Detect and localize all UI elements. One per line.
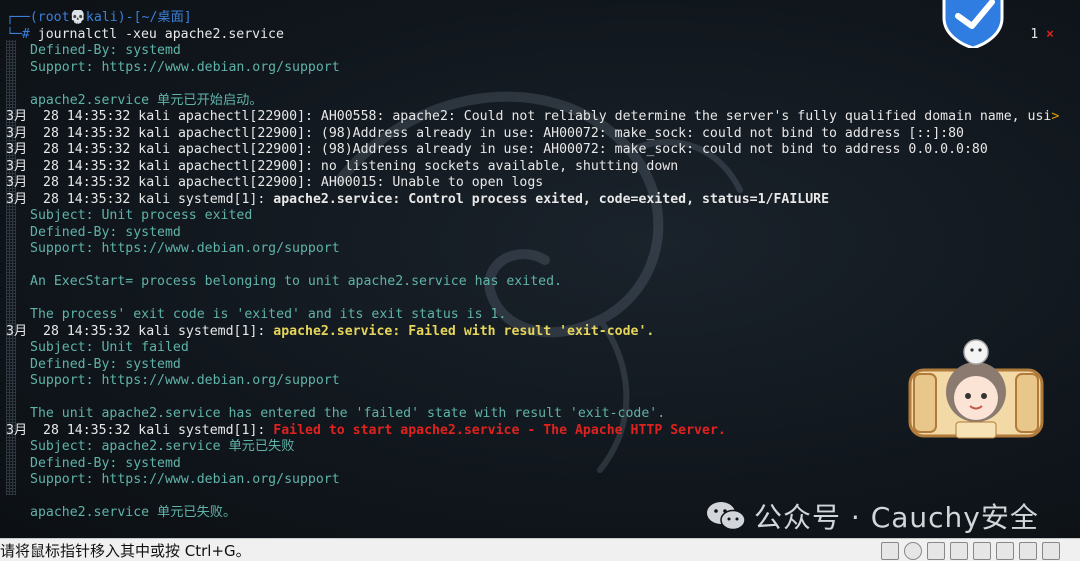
log-highlight: Failed to start apache2.service - The Ap… [273,422,726,438]
cdrom-icon[interactable] [904,542,922,560]
log-text: Support: https://www.debian.org/support [30,472,340,487]
log-text: The process' exit code is 'exited' and i… [30,307,507,322]
log-text: The unit apache2.service has entered the… [30,406,666,421]
log-highlight: apache2.service: Control process exited,… [273,191,830,207]
log-line: 3月 28 14:35:32 kali apachectl[22900]: AH… [6,175,1072,192]
prompt-header: ┌──(root💀kali)-[~/桌面] [6,10,1072,27]
log-line: Defined-By: systemd [6,456,1072,473]
status-message: 请将鼠标指针移入其中或按 Ctrl+G。 [0,541,251,560]
log-text: Support: https://www.debian.org/support [30,373,340,388]
log-text: apache2.service 单元已开始启动。 [30,92,263,108]
log-text: 3月 28 14:35:32 kali systemd[1]: [6,422,274,438]
terminal-window[interactable]: ┌──(root💀kali)-[~/桌面] └─# journalctl -xe… [0,0,1080,538]
log-line: An ExecStart= process belonging to unit … [6,274,1072,291]
log-line: 3月 28 14:35:32 kali apachectl[22900]: no… [6,159,1072,176]
log-text: Subject: apache2.service 单元已失败 [30,439,295,454]
log-text: 3月 28 14:35:32 kali systemd[1]: [6,191,274,207]
log-text: 3月 28 14:35:32 kali apachectl[22900]: AH… [6,109,1052,124]
shield-logo-icon [942,0,1004,48]
device-tray [881,542,1060,560]
wechat-watermark: 公众号 · Cauchy安全 [706,496,1039,536]
log-line: Defined-By: systemd [6,43,1072,60]
log-text: 3月 28 14:35:32 kali apachectl[22900]: (9… [6,142,988,157]
terminal-output: ┌──(root💀kali)-[~/桌面] └─# journalctl -xe… [6,10,1072,522]
harddisk-icon[interactable] [881,542,899,560]
message-icon[interactable] [1042,542,1060,560]
prompt-command-line[interactable]: └─# journalctl -xeu apache2.service [6,27,1072,44]
log-text: An ExecStart= process belonging to unit … [30,274,562,289]
log-line: Support: https://www.debian.org/support [6,472,1072,489]
anime-sticker-icon [908,339,1044,439]
pager-page: 1 [1030,27,1039,42]
printer-icon[interactable] [996,542,1014,560]
prompt-bottom-mark: └─# [6,26,30,42]
log-text: Support: https://www.debian.org/support [30,59,340,75]
log-highlight: apache2.service: Failed with result 'exi… [273,323,655,339]
log-lines: Defined-By: systemd Support: https://www.… [6,43,1072,522]
log-line: 3月 28 14:35:32 kali apachectl[22900]: (9… [6,142,1072,159]
log-line: Subject: Unit process exited [6,208,1072,225]
log-text: Defined-By: systemd [30,455,181,471]
network-icon[interactable] [927,542,945,560]
log-line: Support: https://www.debian.org/support [6,241,1072,258]
log-line: 3月 28 14:35:32 kali apachectl[22900]: AH… [6,109,1072,126]
log-text: Defined-By: systemd [30,356,181,372]
log-text: Subject: Unit failed [30,340,189,355]
log-text: apache2.service 单元已失败。 [30,505,237,520]
prompt-top: ┌──(root💀kali)-[~/桌面] [6,10,192,25]
wechat-icon [707,502,746,531]
pager-indicator: 1 × [1030,27,1054,42]
log-line: The process' exit code is 'exited' and i… [6,307,1072,324]
display-icon[interactable] [1019,542,1037,560]
log-line: 3月 28 14:35:32 kali systemd[1]: apache2.… [6,192,1072,209]
log-text: 3月 28 14:35:32 kali systemd[1]: [6,323,274,339]
log-text: 3月 28 14:35:32 kali apachectl[22900]: no… [6,158,679,174]
command-text: journalctl -xeu apache2.service [29,26,284,42]
usb-icon[interactable] [950,542,968,560]
log-line: 3月 28 14:35:32 kali apachectl[22900]: (9… [6,126,1072,143]
vm-status-bar: 请将鼠标指针移入其中或按 Ctrl+G。 [0,538,1080,561]
log-line: Support: https://www.debian.org/support [6,60,1072,77]
log-text: Subject: Unit process exited [30,208,253,223]
log-text: 3月 28 14:35:32 kali apachectl[22900]: AH… [6,175,544,190]
log-text: Defined-By: systemd [30,43,181,58]
overflow-indicator: > [1051,109,1060,124]
watermark-text: 公众号 · Cauchy安全 [754,501,1039,534]
close-icon[interactable]: × [1046,27,1054,42]
log-text: Defined-By: systemd [30,224,181,240]
log-line: Defined-By: systemd [6,225,1072,242]
log-text: 3月 28 14:35:32 kali apachectl[22900]: (9… [6,125,964,141]
sound-icon[interactable] [973,542,991,560]
log-text: Support: https://www.debian.org/support [30,241,340,256]
log-line: apache2.service 单元已开始启动。 [6,93,1072,110]
